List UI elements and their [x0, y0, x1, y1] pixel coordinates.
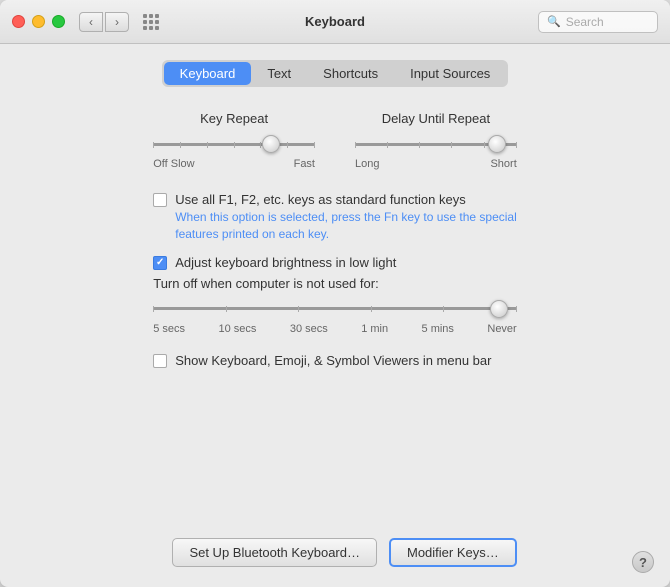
turnoff-label: Turn off when computer is not used for: — [153, 276, 517, 291]
titlebar: ‹ › Keyboard 🔍 Search — [0, 0, 670, 44]
nav-buttons: ‹ › — [79, 12, 129, 32]
fn-keys-checkbox[interactable] — [153, 193, 167, 207]
brightness-label-never: Never — [487, 323, 516, 335]
traffic-lights — [12, 15, 65, 28]
help-button[interactable]: ? — [632, 551, 654, 573]
delay-repeat-group: Delay Until Repeat — [355, 111, 517, 170]
tab-input-sources[interactable]: Input Sources — [394, 62, 506, 85]
key-repeat-slider[interactable] — [153, 134, 315, 154]
tab-text[interactable]: Text — [251, 62, 307, 85]
brightness-slider-group: 5 secs 10 secs 30 secs 1 min 5 mins Neve… — [153, 299, 517, 335]
search-box[interactable]: 🔍 Search — [538, 11, 658, 33]
keyboard-preferences-window: ‹ › Keyboard 🔍 Search Keyboard Text Shor… — [0, 0, 670, 587]
fn-keys-sublabel: When this option is selected, press the … — [175, 209, 517, 243]
key-repeat-label: Key Repeat — [153, 111, 315, 126]
delay-repeat-track — [355, 143, 517, 146]
fn-keys-row: Use all F1, F2, etc. keys as standard fu… — [153, 192, 517, 207]
brightness-label-10s: 10 secs — [218, 323, 256, 335]
tab-bar: Keyboard Text Shortcuts Input Sources — [162, 60, 509, 87]
minimize-button[interactable] — [32, 15, 45, 28]
brightness-thumb[interactable] — [490, 300, 508, 318]
search-icon: 🔍 — [547, 15, 561, 28]
grid-icon[interactable] — [143, 14, 159, 30]
key-repeat-track — [153, 143, 315, 146]
modifier-keys-button[interactable]: Modifier Keys… — [389, 538, 517, 567]
brightness-label-1m: 1 min — [361, 323, 388, 335]
brightness-label-5m: 5 mins — [422, 323, 454, 335]
brightness-track — [153, 307, 517, 310]
forward-button[interactable]: › — [105, 12, 129, 32]
brightness-label: Adjust keyboard brightness in low light — [175, 255, 396, 270]
key-repeat-right-label: Fast — [294, 158, 315, 170]
delay-repeat-slider-labels: Long Short — [355, 158, 517, 170]
key-repeat-group: Key Repeat — [153, 111, 315, 170]
delay-repeat-label: Delay Until Repeat — [355, 111, 517, 126]
brightness-row: Adjust keyboard brightness in low light — [153, 255, 517, 270]
close-button[interactable] — [12, 15, 25, 28]
tab-keyboard[interactable]: Keyboard — [164, 62, 252, 85]
maximize-button[interactable] — [52, 15, 65, 28]
content-area: Keyboard Text Shortcuts Input Sources Ke… — [123, 44, 547, 587]
bluetooth-button[interactable]: Set Up Bluetooth Keyboard… — [172, 538, 377, 567]
sliders-row: Key Repeat — [153, 111, 517, 170]
brightness-label-5s: 5 secs — [153, 323, 185, 335]
key-repeat-left-label: Off Slow — [153, 158, 194, 170]
window-title: Keyboard — [305, 14, 365, 29]
show-viewers-label: Show Keyboard, Emoji, & Symbol Viewers i… — [175, 353, 491, 368]
delay-repeat-left-label: Long — [355, 158, 379, 170]
fn-keys-label: Use all F1, F2, etc. keys as standard fu… — [175, 192, 465, 207]
key-repeat-thumb[interactable] — [262, 135, 280, 153]
bottom-buttons: Set Up Bluetooth Keyboard… Modifier Keys… — [153, 518, 517, 567]
search-placeholder: Search — [566, 15, 604, 29]
brightness-slider[interactable] — [153, 299, 517, 319]
key-repeat-slider-labels: Off Slow Fast — [153, 158, 315, 170]
brightness-slider-labels: 5 secs 10 secs 30 secs 1 min 5 mins Neve… — [153, 323, 517, 335]
delay-repeat-thumb[interactable] — [488, 135, 506, 153]
delay-repeat-right-label: Short — [490, 158, 516, 170]
panel: Key Repeat — [153, 111, 517, 374]
back-button[interactable]: ‹ — [79, 12, 103, 32]
brightness-label-30s: 30 secs — [290, 323, 328, 335]
show-viewers-checkbox[interactable] — [153, 354, 167, 368]
delay-repeat-slider[interactable] — [355, 134, 517, 154]
brightness-checkbox[interactable] — [153, 256, 167, 270]
tab-shortcuts[interactable]: Shortcuts — [307, 62, 394, 85]
show-viewers-row: Show Keyboard, Emoji, & Symbol Viewers i… — [153, 353, 517, 368]
window-content: Keyboard Text Shortcuts Input Sources Ke… — [0, 44, 670, 587]
